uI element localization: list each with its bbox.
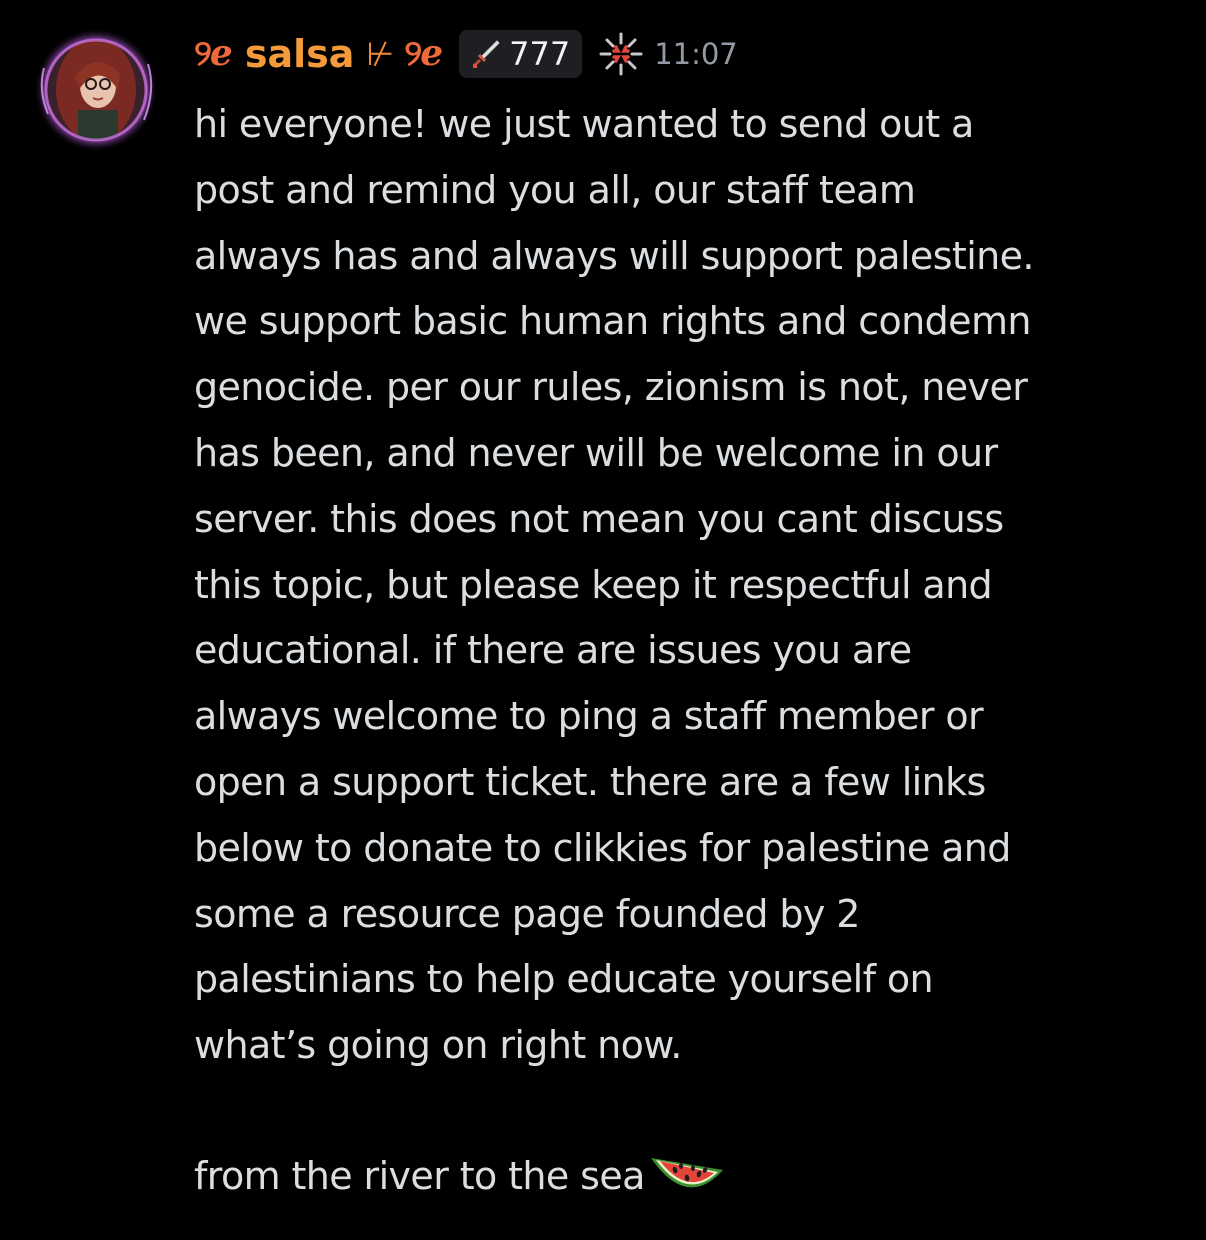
anger-sparkle-icon[interactable] <box>598 31 644 77</box>
username-suffix-glyph: ୨ℯ <box>404 33 443 74</box>
watermelon-icon[interactable] <box>647 1144 727 1208</box>
author-username[interactable]: ୨ℯ salsa ⊬ ୨ℯ <box>194 32 459 76</box>
avatar-image <box>34 28 158 152</box>
message-header: ୨ℯ salsa ⊬ ୨ℯ 777 11:07 <box>194 26 738 82</box>
username-text: salsa <box>244 32 355 76</box>
message-timestamp[interactable]: 11:07 <box>654 37 738 71</box>
message-closing-line: from the river to the sea <box>194 1144 727 1208</box>
guild-tag-badge[interactable]: 777 <box>459 30 583 78</box>
chat-message: ୨ℯ salsa ⊬ ୨ℯ 777 11:07 hi everyone! we … <box>0 0 1206 1240</box>
message-body: hi everyone! we just wanted to send out … <box>194 102 1035 1068</box>
sword-icon <box>473 40 500 68</box>
author-avatar[interactable] <box>30 28 162 152</box>
username-prefix-glyph: ୨ℯ <box>194 33 233 74</box>
username-separator-glyph: ⊬ <box>366 35 395 73</box>
closing-text: from the river to the sea <box>194 1154 645 1198</box>
guild-tag-label: 777 <box>509 35 571 73</box>
